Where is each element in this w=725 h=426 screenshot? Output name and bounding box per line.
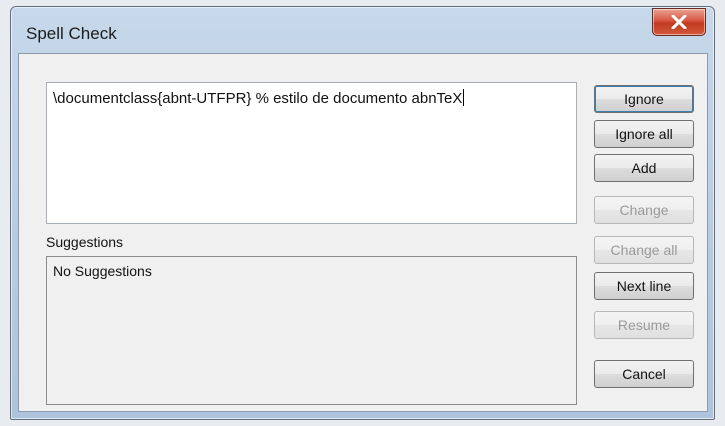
resume-button[interactable]: Resume [594,311,694,339]
dialog-body: \documentclass{abnt-UTFPR} % estilo de d… [18,53,708,412]
cancel-button[interactable]: Cancel [594,360,694,388]
change-button[interactable]: Change [594,196,694,224]
close-button[interactable] [652,8,706,36]
close-icon [671,15,687,29]
spell-check-dialog: Spell Check \documentclass{abnt-UTFPR} %… [10,6,715,420]
checked-text-value: \documentclass{abnt-UTFPR} % estilo de d… [53,90,463,107]
add-button[interactable]: Add [594,154,694,182]
ignore-all-button[interactable]: Ignore all [594,120,694,148]
suggestions-list[interactable]: No Suggestions [46,256,577,405]
ignore-button[interactable]: Ignore [594,85,694,113]
checked-text-field[interactable]: \documentclass{abnt-UTFPR} % estilo de d… [46,82,577,224]
change-all-button[interactable]: Change all [594,236,694,264]
suggestions-label: Suggestions [46,234,124,250]
next-line-button[interactable]: Next line [594,272,694,300]
window-title: Spell Check [26,24,117,43]
text-caret [463,89,465,106]
list-item[interactable]: No Suggestions [53,263,570,279]
title-bar[interactable]: Spell Check [11,7,714,55]
